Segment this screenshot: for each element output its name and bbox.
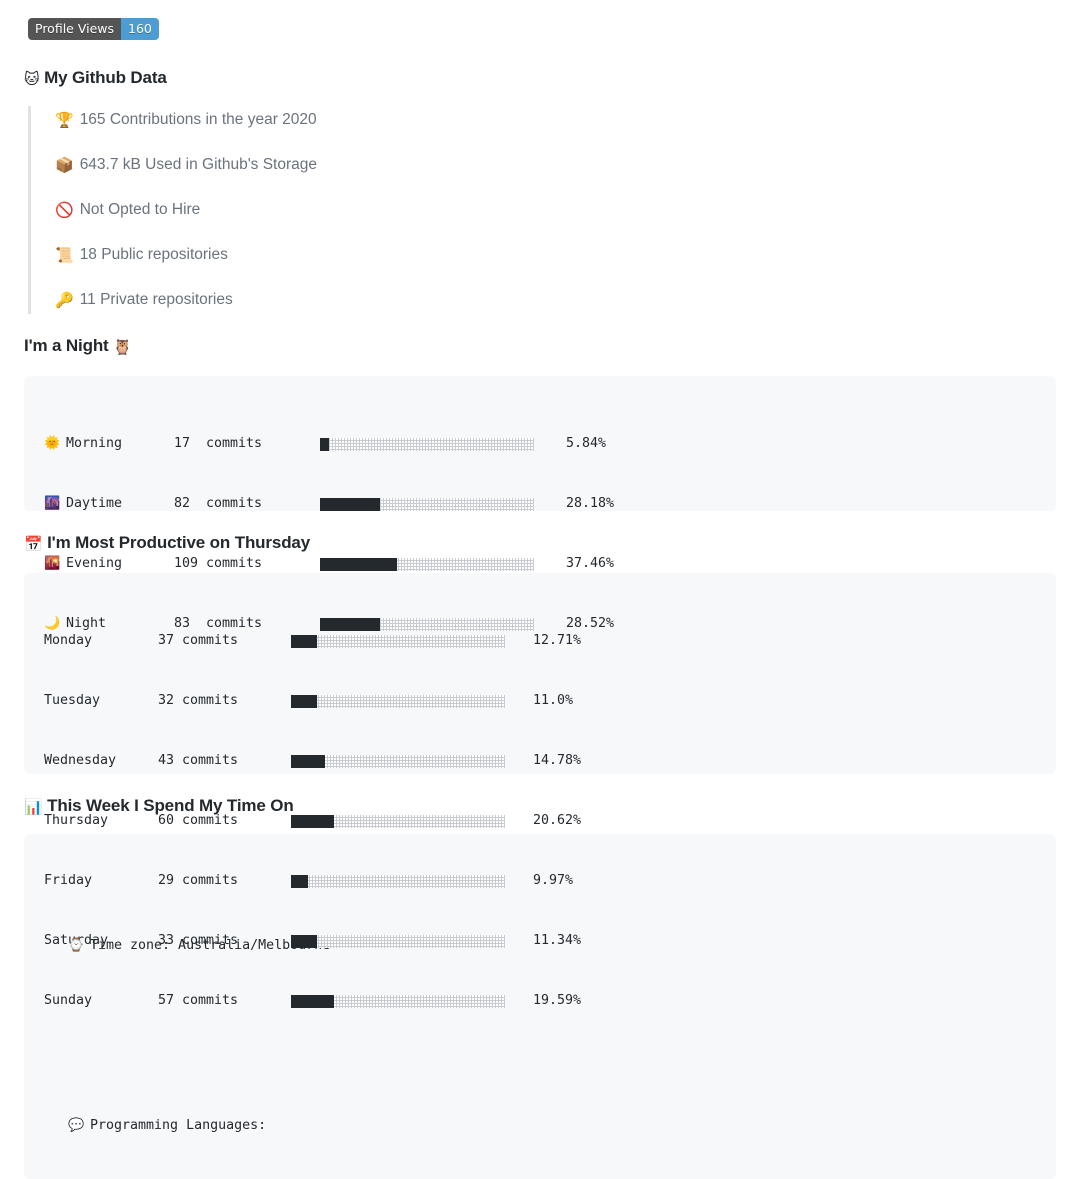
table-row: Wednesday 43 commits 14.78% [44,751,1056,771]
speech-balloon-icon: 💬 [68,1118,85,1133]
row-percent: 37.46% [566,556,615,571]
row-value: 43 commits [158,753,239,768]
week-time-title-text: This Week I Spend My Time On [47,796,294,815]
row-percent: 9.97% [533,873,574,888]
table-row: 🌇 Evening 109 commits 37.46% [44,554,1056,574]
row-bar [291,754,505,768]
profile-views-badge[interactable]: Profile Views 160 [28,18,159,40]
row-bar-fill [291,694,317,708]
github-data-list: 🏆 165 Contributions in the year 2020 📦 643… [28,106,1080,314]
list-item: 🏆 165 Contributions in the year 2020 [31,112,1080,128]
row-bar [320,557,534,571]
readme-stats-page: Profile Views 160 🐱 My Github Data 🏆 165 … [0,0,1080,1179]
daytime-icon: 🌆 [44,496,61,511]
list-item: 🚫 Not Opted to Hire [31,202,1080,218]
row-bar-fill [291,874,309,888]
profile-views-label: Profile Views [28,18,122,40]
row-bar [320,437,534,451]
package-icon: 📦 [55,156,74,174]
weekday-title: 📅 I'm Most Productive on Thursday [24,533,1080,553]
row-label: Wednesday [44,753,117,768]
row-value: 57 commits [158,993,239,1008]
row-label: Friday [44,873,93,888]
night-title-text: I'm a Night [24,336,109,355]
morning-icon: 🌞 [44,436,61,451]
row-bar-fill [291,934,317,948]
list-item-text: 11 Private repositories [79,291,233,308]
row-percent: 20.62% [533,813,582,828]
github-data-title: 🐱 My Github Data [24,68,1080,88]
evening-icon: 🌇 [44,556,61,571]
row-value: 82 commits [174,496,263,511]
languages-heading: 💬 Programming Languages: [68,1116,1056,1136]
row-percent: 19.59% [533,993,582,1008]
weekday-title-text: I'm Most Productive on Thursday [47,533,311,552]
row-bar [291,934,505,948]
owl-icon: 🦉 [113,338,132,356]
calendar-icon: 📅 [24,535,43,553]
scroll-icon: 📜 [55,246,74,264]
row-label: Monday [44,633,93,648]
trophy-icon: 🏆 [55,111,74,129]
table-row: Tuesday 32 commits 11.0% [44,691,1056,711]
list-item-text: 165 Contributions in the year 2020 [79,111,317,128]
row-bar-fill [320,437,329,451]
row-bar-fill [291,994,334,1008]
row-bar-fill [291,754,326,768]
row-value: 32 commits [158,693,239,708]
row-value: 37 commits [158,633,239,648]
bar-chart-icon: 📊 [24,798,43,816]
badge-row: Profile Views 160 [0,0,1080,40]
row-percent: 14.78% [533,753,582,768]
row-bar [291,634,505,648]
list-item-text: 643.7 kB Used in Github's Storage [79,156,318,173]
row-label: Tuesday [44,693,101,708]
night-card: 🌞 Morning 17 commits 5.84% 🌆 Daytime 82 … [24,376,1056,631]
row-bar [291,694,505,708]
profile-views-count: 160 [121,18,159,40]
row-label: Evening [66,556,123,571]
row-label: Morning [66,436,123,451]
list-item-text: 18 Public repositories [79,246,228,263]
row-percent: 5.84% [566,436,607,451]
list-item: 🔑 11 Private repositories [31,292,1080,308]
table-row: Monday 37 commits 12.71% [44,631,1056,651]
row-percent: 28.18% [566,496,615,511]
row-bar-fill [291,814,334,828]
key-icon: 🔑 [55,291,74,309]
night-title: I'm a Night 🦉 [24,336,1080,356]
row-bar-fill [320,617,380,631]
list-item: 📜 18 Public repositories [31,247,1080,263]
row-percent: 12.71% [533,633,582,648]
github-data-title-text: My Github Data [44,68,167,87]
row-percent: 11.34% [533,933,582,948]
watch-icon: ⌚ [68,938,85,953]
table-row: 🌞 Morning 17 commits 5.84% [44,434,1056,454]
list-item: 📦 643.7 kB Used in Github's Storage [31,157,1080,173]
list-item-text: Not Opted to Hire [79,201,201,218]
row-bar [291,874,505,888]
row-bar-fill [291,634,317,648]
row-bar [291,994,505,1008]
row-value: 109 commits [174,556,263,571]
row-bar-fill [320,497,380,511]
languages-heading-text: Programming Languages: [90,1118,267,1133]
row-value: 17 commits [174,436,263,451]
row-value: 29 commits [158,873,239,888]
cat-icon: 🐱 [24,70,40,88]
row-label: Daytime [66,496,123,511]
no-entry-icon: 🚫 [55,201,74,219]
row-bar-fill [320,557,398,571]
weekday-card: Monday 37 commits 12.71% Tuesday 32 comm… [24,573,1056,1008]
row-bar [320,617,534,631]
row-bar [291,814,505,828]
row-bar [320,497,534,511]
row-percent: 11.0% [533,693,574,708]
